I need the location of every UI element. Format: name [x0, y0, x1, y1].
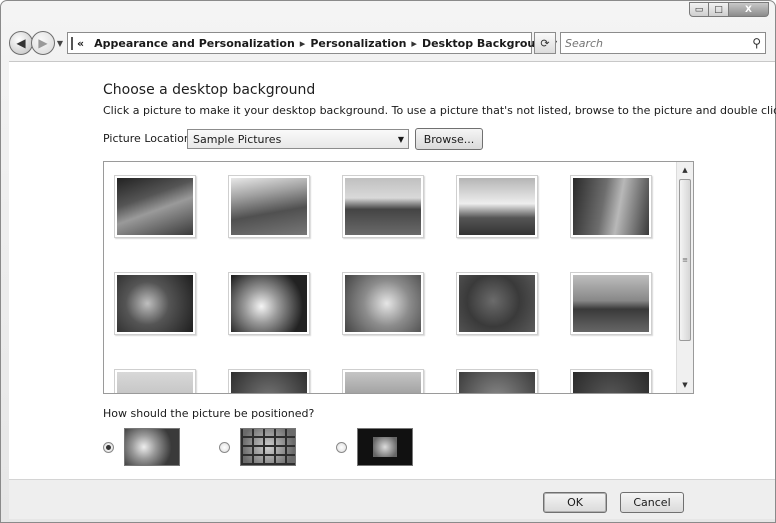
position-option-fill[interactable]: [103, 428, 180, 466]
breadcrumb-separator-icon[interactable]: ▸: [300, 37, 306, 50]
thumbnail-tree-branch[interactable]: [114, 175, 196, 238]
picture-location-select[interactable]: Sample Pictures ▼: [187, 129, 409, 149]
vertical-scrollbar[interactable]: ▲ ≡ ▼: [676, 162, 693, 393]
page-description: Click a picture to make it your desktop …: [103, 104, 776, 117]
scroll-down-icon[interactable]: ▼: [677, 377, 693, 393]
thumbnail-image: [345, 275, 421, 332]
search-icon[interactable]: ⚲: [752, 36, 761, 50]
thumbnail-image: [231, 372, 307, 393]
forward-arrow-icon: ▶: [38, 36, 48, 50]
picture-location-value: Sample Pictures: [193, 132, 282, 146]
thumbnail-image: [117, 275, 193, 332]
thumbnail-leaf-pattern[interactable]: [456, 369, 538, 393]
thumbnail-image: [345, 372, 421, 393]
thumbnail-image: [117, 178, 193, 235]
picture-location-label: Picture Location: [103, 132, 191, 145]
radio-center[interactable]: [336, 441, 347, 453]
fill-preview-image[interactable]: [124, 428, 180, 466]
content-pane: Choose a desktop background Click a pict…: [9, 61, 776, 479]
search-box[interactable]: ⚲: [560, 32, 766, 54]
caption-buttons: ▭ □ X: [689, 2, 769, 17]
thumbnail-image: [345, 178, 421, 235]
control-panel-icon: [71, 36, 73, 50]
thumbnail-desert-mesas[interactable]: [342, 175, 424, 238]
thumbnail-forest-path[interactable]: [570, 175, 652, 238]
radio-tile[interactable]: [219, 441, 230, 453]
thumbnail-image: [231, 178, 307, 235]
thumbnail-image: [117, 372, 193, 393]
thumbnail-image: [573, 372, 649, 393]
browse-button[interactable]: Browse...: [415, 128, 483, 150]
center-preview-picture: [373, 437, 397, 457]
position-label: How should the picture be positioned?: [103, 407, 315, 420]
ok-button[interactable]: OK: [543, 492, 607, 513]
maximize-button[interactable]: □: [709, 2, 729, 17]
window: ▭ □ X ◀ ▶ ▼ « Appearance and Personaliza…: [0, 0, 776, 523]
position-option-center[interactable]: [336, 428, 413, 466]
thumbnail-sea-turtle[interactable]: [456, 272, 538, 335]
close-button[interactable]: X: [729, 2, 769, 17]
page-title: Choose a desktop background: [103, 82, 316, 98]
back-arrow-icon: ◀: [16, 36, 26, 50]
chevron-down-icon: ▼: [397, 134, 405, 144]
tile-preview-image[interactable]: [240, 428, 296, 466]
position-option-tile[interactable]: [219, 428, 296, 466]
breadcrumb-separator-icon[interactable]: ▸: [411, 37, 417, 50]
center-preview-image[interactable]: [357, 428, 413, 466]
address-bar[interactable]: « Appearance and Personalization ▸ Perso…: [67, 32, 557, 54]
radio-fill[interactable]: [103, 441, 114, 453]
thumbnail-image: [459, 275, 535, 332]
thumbnail-tree-canopy[interactable]: [342, 369, 424, 393]
thumbnail-tropical-lagoon[interactable]: [456, 175, 538, 238]
thumbnail-image: [573, 178, 649, 235]
scroll-up-icon[interactable]: ▲: [677, 162, 693, 178]
thumbnail-sand-dunes[interactable]: [114, 369, 196, 393]
refresh-button[interactable]: ⟳: [534, 32, 556, 54]
picture-gallery: ▲ ≡ ▼: [103, 161, 694, 394]
footer-bar: OK Cancel: [9, 479, 775, 519]
thumbnail-whale-tail[interactable]: [570, 272, 652, 335]
thumbnail-image: [231, 275, 307, 332]
cancel-button[interactable]: Cancel: [620, 492, 684, 513]
forward-button[interactable]: ▶: [31, 31, 55, 55]
breadcrumb-desktop-background[interactable]: Desktop Background: [422, 37, 551, 50]
address-row: ◀ ▶ ▼ « Appearance and Personalization ▸…: [9, 29, 775, 57]
thumbnail-image: [459, 178, 535, 235]
thumbnail-white-flowers[interactable]: [228, 272, 310, 335]
thumbnail-jungle-foliage[interactable]: [228, 369, 310, 393]
thumbnail-field-stream[interactable]: [228, 175, 310, 238]
thumbnail-wildflowers[interactable]: [342, 272, 424, 335]
scroll-thumb[interactable]: ≡: [679, 179, 691, 341]
minimize-button[interactable]: ▭: [689, 2, 709, 17]
breadcrumb-personalization[interactable]: Personalization: [310, 37, 406, 50]
breadcrumb-appearance[interactable]: Appearance and Personalization: [94, 37, 295, 50]
thumbnail-grid: [114, 175, 674, 393]
search-input[interactable]: [565, 36, 745, 50]
refresh-icon: ⟳: [540, 36, 550, 50]
recent-pages-dropdown[interactable]: ▼: [55, 39, 65, 48]
thumbnail-leaves-flowers[interactable]: [114, 272, 196, 335]
chevron-down-icon: ▼: [56, 38, 64, 48]
thumbnail-tropical-leaves[interactable]: [570, 369, 652, 393]
thumbnail-image: [459, 372, 535, 393]
thumbnail-image: [573, 275, 649, 332]
back-button[interactable]: ◀: [9, 31, 33, 55]
grip-icon: ≡: [682, 256, 688, 264]
breadcrumb-overflow[interactable]: «: [77, 37, 84, 50]
